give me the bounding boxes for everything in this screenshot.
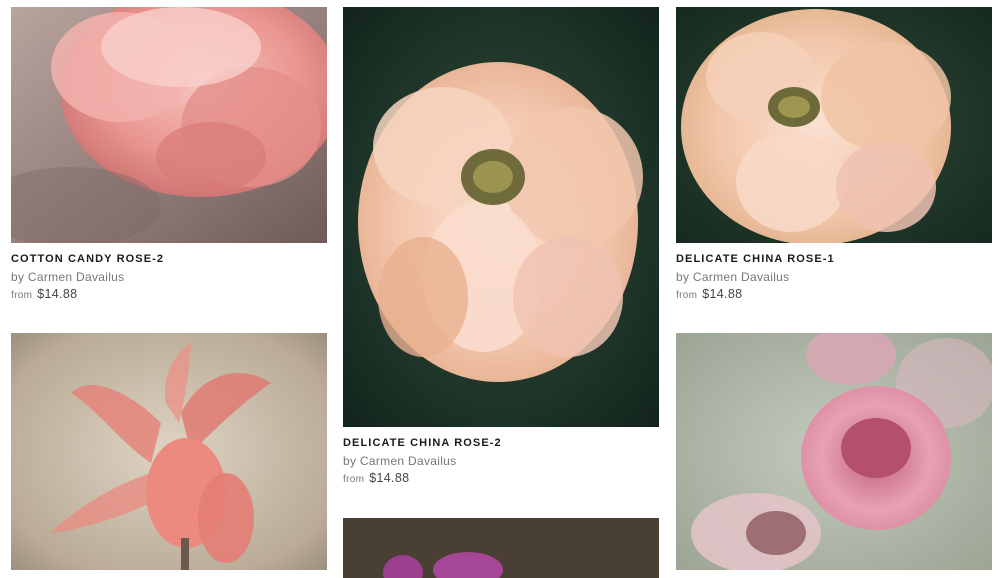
gallery-column-2: DELICATE CHINA ROSE-2 by Carmen Davailus… <box>343 7 659 578</box>
product-card: COTTON CANDY ROSE-2 by Carmen Davailus f… <box>11 7 327 304</box>
artist-line: by Carmen Davailus <box>676 268 992 286</box>
rose-photo <box>343 7 659 427</box>
product-title[interactable]: DELICATE CHINA ROSE-1 <box>676 252 992 266</box>
from-label: from <box>343 474 365 485</box>
product-card <box>11 333 327 570</box>
price-value: $14.88 <box>37 287 78 301</box>
from-label: from <box>11 290 33 301</box>
rose-photo <box>11 7 327 243</box>
product-image-delicate-china-rose-1[interactable] <box>676 7 992 243</box>
product-image-delicate-china-rose-2[interactable] <box>343 7 659 427</box>
product-card: DELICATE CHINA ROSE-2 by Carmen Davailus… <box>343 7 659 488</box>
product-card <box>676 333 992 570</box>
artist-line: by Carmen Davailus <box>343 452 659 470</box>
gallery-column-1: COTTON CANDY ROSE-2 by Carmen Davailus f… <box>11 7 327 570</box>
product-title[interactable]: DELICATE CHINA ROSE-2 <box>343 436 659 450</box>
price-line: from $14.88 <box>676 286 992 304</box>
product-card: DELICATE CHINA ROSE-1 by Carmen Davailus… <box>676 7 992 304</box>
product-image-canna-lily[interactable] <box>11 333 327 570</box>
price-line: from $14.88 <box>343 470 659 488</box>
flower-photo <box>343 518 659 578</box>
price-value: $14.88 <box>702 287 743 301</box>
by-label: by <box>343 454 357 468</box>
artist-line: by Carmen Davailus <box>11 268 327 286</box>
product-card <box>343 518 659 578</box>
product-image-purple-flower[interactable] <box>343 518 659 578</box>
artist-link[interactable]: Carmen Davailus <box>28 270 125 284</box>
product-title[interactable]: COTTON CANDY ROSE-2 <box>11 252 327 266</box>
from-label: from <box>676 290 698 301</box>
price-line: from $14.88 <box>11 286 327 304</box>
by-label: by <box>676 270 690 284</box>
product-image-cotton-candy-rose-2[interactable] <box>11 7 327 243</box>
by-label: by <box>11 270 25 284</box>
rose-photo <box>676 7 992 243</box>
rose-photo <box>676 333 992 570</box>
artist-link[interactable]: Carmen Davailus <box>360 454 457 468</box>
product-image-pink-rose-buds[interactable] <box>676 333 992 570</box>
price-value: $14.88 <box>369 471 410 485</box>
gallery-column-3: DELICATE CHINA ROSE-1 by Carmen Davailus… <box>676 7 992 570</box>
flower-photo <box>11 333 327 570</box>
artist-link[interactable]: Carmen Davailus <box>693 270 790 284</box>
